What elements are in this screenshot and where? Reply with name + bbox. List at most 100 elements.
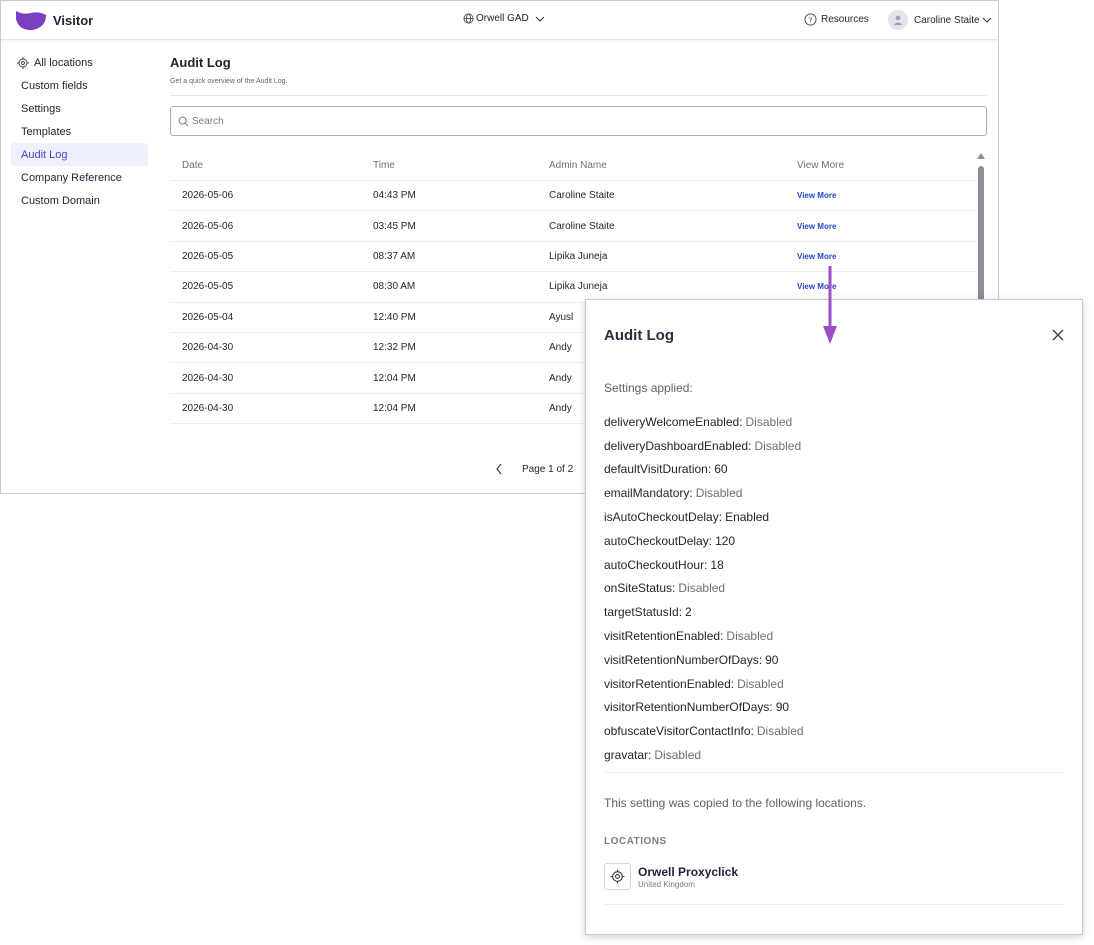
- divider: [170, 95, 987, 96]
- page-indicator: Page 1 of 2: [522, 463, 574, 475]
- search-icon: [178, 116, 189, 126]
- search-input[interactable]: [192, 115, 892, 127]
- chevron-left-icon[interactable]: [494, 462, 504, 476]
- cell-date: 2026-05-05: [182, 281, 234, 293]
- sidebar-item-company-reference[interactable]: Company Reference: [11, 166, 148, 189]
- scrollbar-thumb[interactable]: [978, 166, 984, 306]
- cell-date: 2026-04-30: [182, 342, 234, 354]
- cell-time: 04:43 PM: [373, 190, 416, 202]
- sidebar-item-custom-fields[interactable]: Custom fields: [11, 74, 148, 97]
- pagination: Page 1 of 2: [494, 462, 573, 476]
- locations-heading: LOCATIONS: [604, 836, 667, 847]
- setting-key: visitRetentionEnabled:: [604, 629, 724, 644]
- column-header-date[interactable]: Date: [170, 160, 373, 171]
- cell-date: 2026-04-30: [182, 372, 234, 384]
- column-header-view-more[interactable]: View More: [797, 160, 967, 171]
- main-content: Audit Log Get a quick overview of the Au…: [170, 55, 987, 136]
- setting-value: Disabled: [737, 676, 784, 691]
- setting-value: 90: [775, 700, 790, 715]
- divider: [604, 904, 1064, 905]
- view-more-link[interactable]: View More: [797, 252, 836, 261]
- top-bar: Visitor Orwell GAD ? Resources Caroline …: [1, 1, 998, 40]
- location-target-icon: [604, 863, 631, 890]
- sidebar-item-custom-domain[interactable]: Custom Domain: [11, 189, 148, 212]
- setting-value: Disabled: [695, 486, 743, 501]
- location-selector-label: Orwell GAD: [476, 13, 529, 24]
- cell-time: 12:40 PM: [373, 311, 416, 323]
- location-country: United Kingdom: [638, 879, 695, 889]
- scroll-up-arrow-icon[interactable]: [977, 153, 985, 159]
- setting-key: visitorRetentionNumberOfDays:: [604, 700, 773, 715]
- setting-row: visitorRetentionNumberOfDays: 90: [604, 696, 1064, 720]
- sidebar: All locations Custom fields Settings Tem…: [11, 51, 148, 212]
- user-menu[interactable]: Caroline Staite: [888, 10, 993, 30]
- cell-date: 2026-05-05: [182, 250, 234, 262]
- cell-time: 12:04 PM: [373, 372, 416, 384]
- sidebar-item-settings[interactable]: Settings: [11, 97, 148, 120]
- table-row: 2026-05-06 04:43 PM Caroline Staite View…: [170, 181, 976, 212]
- setting-key: defaultVisitDuration:: [604, 462, 712, 477]
- cell-time: 08:37 AM: [373, 250, 416, 262]
- brand[interactable]: Visitor: [15, 9, 93, 31]
- location-selector[interactable]: Orwell GAD: [463, 13, 549, 24]
- setting-key: autoCheckoutDelay:: [604, 533, 713, 548]
- setting-row: targetStatusId: 2: [604, 600, 1064, 624]
- cell-date: 2026-05-06: [182, 190, 234, 202]
- resources-link[interactable]: ? Resources: [804, 13, 869, 26]
- setting-key: deliveryWelcomeEnabled:: [604, 414, 743, 429]
- setting-row: isAutoCheckoutDelay: Enabled: [604, 505, 1064, 529]
- setting-key: obfuscateVisitorContactInfo:: [604, 724, 754, 739]
- user-name: Caroline Staite: [914, 14, 980, 26]
- cell-admin: Lipika Juneja: [549, 250, 608, 262]
- table-row: 2026-05-06 03:45 PM Caroline Staite View…: [170, 211, 976, 242]
- help-circle-icon: ?: [804, 13, 817, 26]
- view-more-link[interactable]: View More: [797, 191, 836, 200]
- sidebar-item-templates[interactable]: Templates: [11, 120, 148, 143]
- location-target-icon: [17, 56, 29, 69]
- setting-row: autoCheckoutHour: 18: [604, 553, 1064, 577]
- table-scrollbar[interactable]: [977, 153, 985, 306]
- svg-text:?: ?: [809, 15, 813, 24]
- sidebar-item-label: Audit Log: [21, 148, 68, 161]
- annotation-arrow-icon: [823, 266, 837, 344]
- setting-row: onSiteStatus: Disabled: [604, 577, 1064, 601]
- location-item[interactable]: Orwell Proxyclick United Kingdom: [604, 863, 738, 890]
- visitor-logo-icon: [16, 11, 46, 31]
- sidebar-item-audit-log[interactable]: Audit Log: [11, 143, 148, 166]
- chevron-down-icon: [535, 16, 545, 22]
- sidebar-item-all-locations[interactable]: All locations: [11, 51, 148, 74]
- setting-row: gravatar: Disabled: [604, 743, 1064, 767]
- divider: [604, 772, 1064, 773]
- page-subtitle: Get a quick overview of the Audit Log.: [170, 78, 288, 85]
- brand-name: Visitor: [53, 12, 94, 28]
- setting-value: Disabled: [756, 724, 804, 739]
- cell-admin: Caroline Staite: [549, 190, 615, 202]
- setting-value: Disabled: [654, 748, 702, 763]
- sidebar-item-label: Custom Domain: [21, 194, 100, 207]
- setting-value: Disabled: [678, 581, 726, 596]
- search-box[interactable]: [170, 106, 987, 136]
- close-icon[interactable]: [1051, 328, 1065, 342]
- globe-icon: [463, 13, 474, 24]
- setting-value: Disabled: [726, 629, 774, 644]
- setting-value: 18: [710, 557, 724, 572]
- column-header-admin-name[interactable]: Admin Name: [549, 160, 797, 171]
- setting-key: autoCheckoutHour:: [604, 557, 708, 572]
- location-name: Orwell Proxyclick: [638, 864, 739, 879]
- view-more-link[interactable]: View More: [797, 222, 836, 231]
- sidebar-item-label: Company Reference: [21, 171, 122, 184]
- settings-list: deliveryWelcomeEnabled: Disabled delivery…: [604, 410, 1064, 767]
- settings-applied-label: Settings applied:: [604, 381, 693, 395]
- setting-value: 2: [685, 605, 692, 620]
- setting-key: gravatar:: [604, 748, 652, 763]
- cell-date: 2026-05-04: [182, 311, 234, 323]
- setting-value: 120: [715, 533, 736, 548]
- table-row: 2026-05-05 08:30 AM Lipika Juneja View M…: [170, 272, 976, 303]
- user-icon: [893, 15, 903, 25]
- cell-admin: Caroline Staite: [549, 220, 615, 232]
- column-header-time[interactable]: Time: [373, 160, 549, 171]
- avatar: [888, 10, 908, 30]
- audit-log-modal: Audit Log Settings applied: deliveryWelc…: [585, 299, 1083, 935]
- chevron-down-icon: [982, 17, 991, 23]
- setting-key: visitorRetentionEnabled:: [604, 676, 735, 691]
